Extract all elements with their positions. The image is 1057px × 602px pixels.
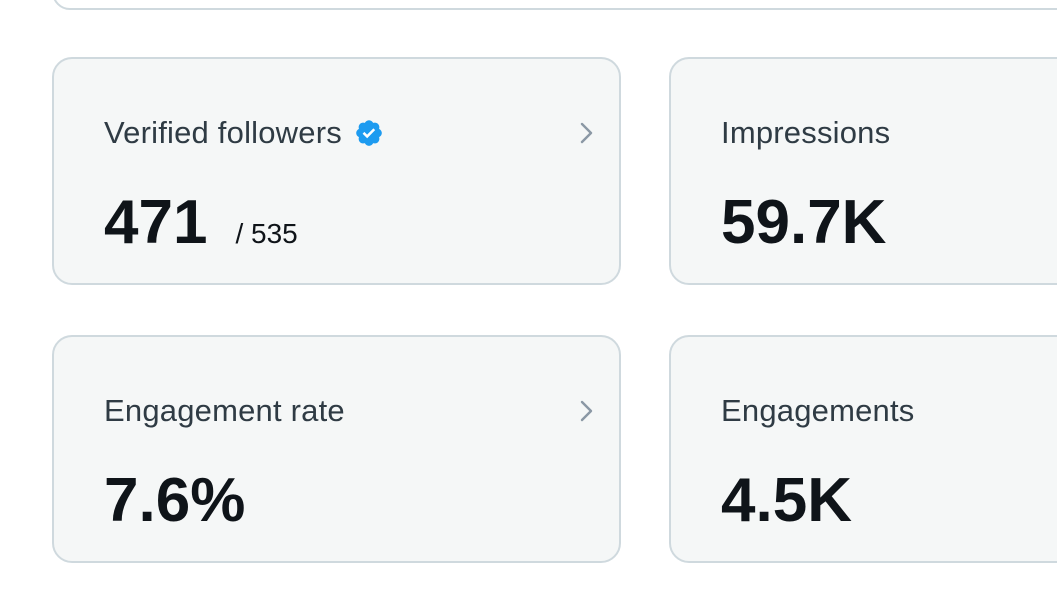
impressions-card[interactable]: Impressions 59.7K (669, 57, 1057, 285)
engagements-value: 4.5K (721, 466, 852, 535)
previous-card-edge (52, 0, 1057, 10)
chevron-right-icon[interactable] (577, 121, 597, 145)
verified-followers-card[interactable]: Verified followers 471 / 535 (52, 57, 621, 285)
engagement-rate-label: Engagement rate (104, 393, 345, 428)
chevron-right-icon[interactable] (577, 399, 597, 423)
engagement-rate-card[interactable]: Engagement rate 7.6% (52, 335, 621, 563)
impressions-value: 59.7K (721, 188, 887, 257)
verified-followers-count: 471 (104, 188, 208, 257)
verified-followers-label: Verified followers (104, 115, 342, 150)
engagements-label: Engagements (721, 393, 915, 428)
impressions-label: Impressions (721, 115, 891, 150)
engagement-rate-value: 7.6% (104, 466, 246, 535)
followers-total: / 535 (235, 218, 298, 249)
verified-followers-title-row: Verified followers (104, 115, 384, 151)
verified-followers-value-row: 471 / 535 (104, 187, 298, 258)
engagements-card[interactable]: Engagements 4.5K (669, 335, 1057, 563)
verified-badge-icon (356, 120, 382, 146)
